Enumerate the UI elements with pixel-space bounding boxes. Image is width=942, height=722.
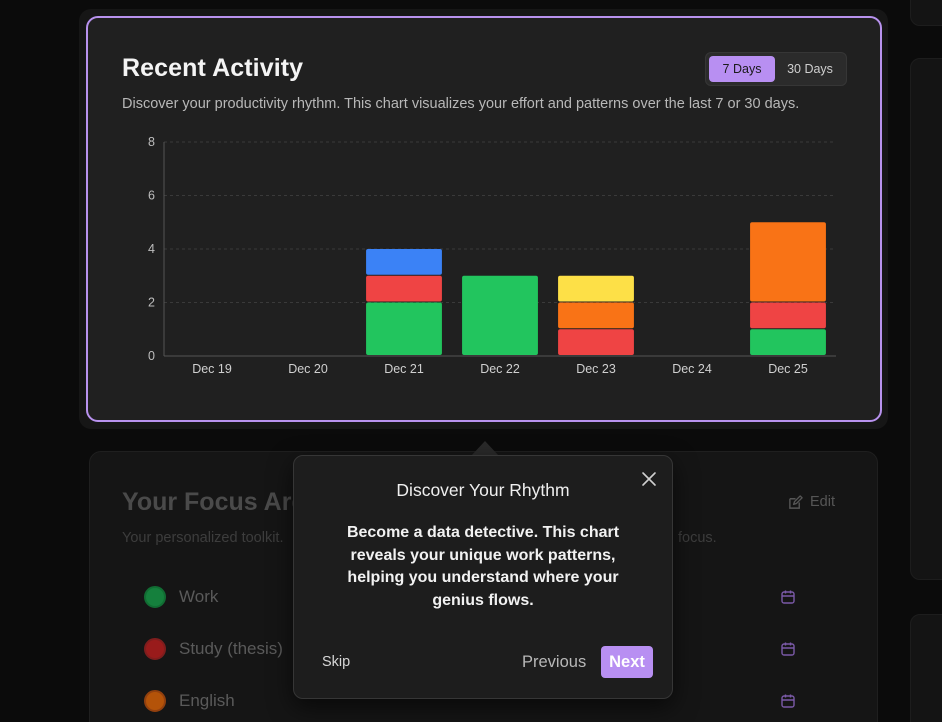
skip-button[interactable]: Skip (322, 654, 350, 670)
x-tick-label: Dec 22 (480, 362, 520, 376)
focus-item-english[interactable]: English (144, 690, 235, 712)
x-tick-label: Dec 24 (672, 362, 712, 376)
previous-button[interactable]: Previous (522, 653, 586, 672)
recent-activity-card: Recent Activity Discover your productivi… (86, 16, 882, 422)
focus-item-label: Study (thesis) (179, 639, 283, 658)
calendar-icon[interactable] (780, 641, 796, 657)
focus-color-dot (144, 638, 166, 660)
chart-bar-segment (558, 329, 634, 355)
y-tick-label: 2 (148, 296, 155, 310)
side-panel-bottom (910, 614, 942, 722)
chart-bar-segment (750, 329, 826, 355)
calendar-icon[interactable] (780, 693, 796, 709)
chart-bar-segment (558, 275, 634, 302)
focus-color-dot (144, 690, 166, 712)
y-tick-label: 6 (148, 189, 155, 203)
next-button[interactable]: Next (601, 646, 653, 678)
side-panel-top (910, 0, 942, 26)
focus-item-label: Work (179, 587, 219, 606)
x-tick-label: Dec 25 (768, 362, 808, 376)
side-panel-middle (910, 58, 942, 580)
chart-bar-segment (750, 302, 826, 329)
chart-bar-segment (366, 302, 442, 355)
chart-bar-segment (366, 249, 442, 275)
tour-popover: Discover Your Rhythm Become a data detec… (293, 455, 673, 699)
edit-icon (789, 494, 803, 509)
x-tick-label: Dec 20 (288, 362, 328, 376)
close-icon[interactable] (640, 470, 658, 488)
chart-bar-segment (462, 275, 538, 355)
focus-areas-description: Your personalized toolkit. (122, 530, 284, 546)
edit-label: Edit (810, 494, 835, 510)
focus-item-study[interactable]: Study (thesis) (144, 638, 283, 660)
chart-bar-segment (750, 222, 826, 302)
popover-arrow (471, 441, 499, 456)
y-tick-label: 4 (148, 242, 155, 256)
focus-item-work[interactable]: Work (144, 586, 218, 608)
tour-body: Become a data detective. This chart reve… (346, 524, 620, 609)
tour-title: Discover Your Rhythm (396, 480, 570, 500)
x-tick-label: Dec 23 (576, 362, 616, 376)
edit-focus-button[interactable]: Edit (788, 494, 835, 510)
x-tick-label: Dec 19 (192, 362, 232, 376)
focus-color-dot (144, 586, 166, 608)
chart-bar-segment (558, 302, 634, 329)
focus-areas-description-tail: focus. (678, 530, 717, 546)
y-tick-label: 0 (148, 349, 155, 363)
focus-item-label: English (179, 691, 235, 710)
chart-bar-segment (366, 275, 442, 302)
focus-areas-title: Your Focus Are (122, 488, 306, 516)
y-tick-label: 8 (148, 135, 155, 149)
x-tick-label: Dec 21 (384, 362, 424, 376)
calendar-icon[interactable] (780, 589, 796, 605)
activity-chart: 0 2 4 6 8 Dec 19 Dec 20 Dec 21 Dec 22 Dec 23 Dec 2… (148, 135, 836, 376)
